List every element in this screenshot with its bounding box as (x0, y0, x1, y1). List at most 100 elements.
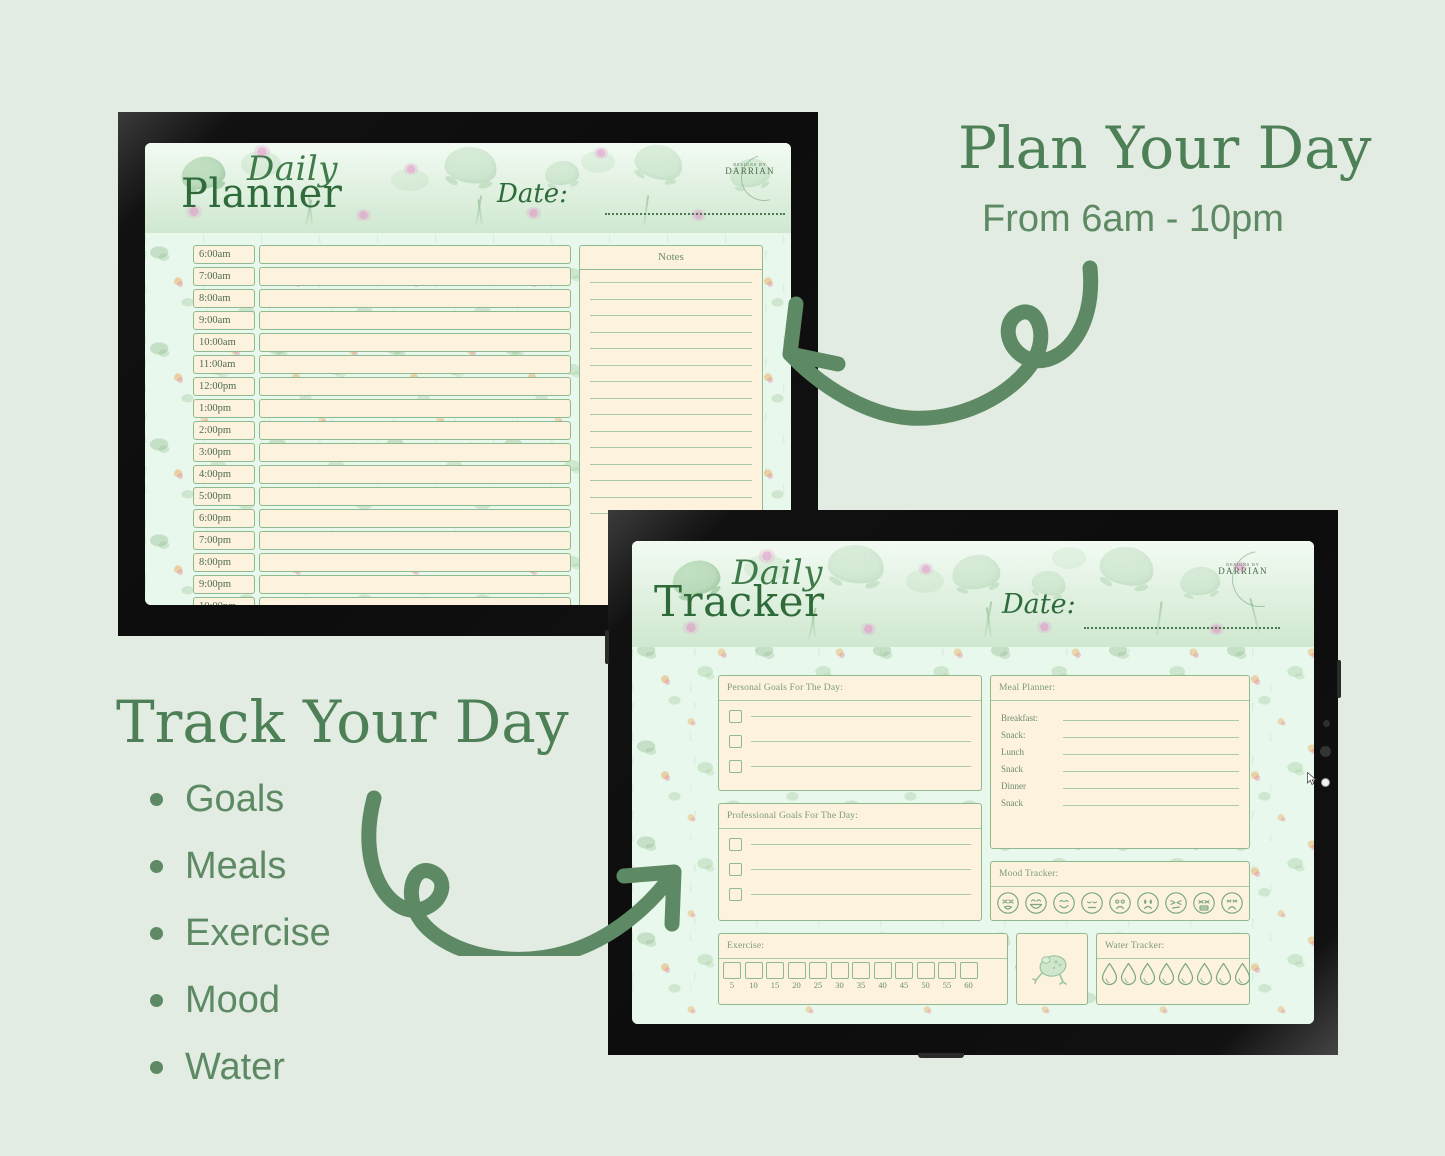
mood-grimace-icon[interactable] (1192, 891, 1216, 915)
mood-sad-tear-icon[interactable] (1136, 891, 1160, 915)
goal-write-line[interactable] (751, 869, 971, 870)
exercise-checkbox[interactable] (938, 962, 956, 979)
planner-time-row: 11:00am (193, 355, 571, 374)
notes-ruled-line[interactable] (590, 496, 752, 498)
notes-ruled-line[interactable] (590, 480, 752, 481)
exercise-checkbox[interactable] (830, 962, 849, 979)
notes-ruled-line[interactable] (590, 381, 752, 382)
notes-ruled-line[interactable] (590, 364, 752, 366)
mood-face-row[interactable] (991, 887, 1249, 918)
mood-annoyed-icon[interactable] (1164, 891, 1188, 915)
goal-write-line[interactable] (751, 844, 971, 845)
water-drop-icon[interactable] (1139, 962, 1156, 991)
mood-tracker-title: Mood Tracker: (991, 862, 1249, 887)
meal-label: Snack (1001, 798, 1023, 808)
goal-write-line[interactable] (751, 716, 971, 717)
meal-write-line[interactable] (1063, 805, 1239, 806)
planner-entry-field[interactable] (259, 421, 571, 440)
goal-checkbox[interactable] (729, 735, 742, 748)
goal-checkbox[interactable] (729, 888, 742, 901)
planner-entry-field[interactable] (259, 597, 571, 605)
goal-row (729, 838, 971, 851)
planner-date-line[interactable] (605, 213, 785, 215)
mood-worried-icon[interactable] (1108, 891, 1132, 915)
mood-angry-icon[interactable] (1220, 891, 1244, 915)
exercise-minute-cell: 35 (852, 962, 870, 990)
notes-ruled-line[interactable] (590, 331, 752, 333)
tablet-volume-button[interactable] (1337, 660, 1341, 698)
exercise-checkbox[interactable] (852, 962, 870, 979)
planner-entry-field[interactable] (259, 311, 571, 330)
planner-time-label: 7:00pm (193, 531, 255, 550)
goal-checkbox[interactable] (729, 710, 742, 723)
goal-checkbox[interactable] (729, 863, 742, 876)
mood-smile-icon[interactable] (1052, 891, 1076, 915)
exercise-minute-row[interactable]: 5 10 15 20 25 30 35 40 45 50 55 60 (719, 959, 1007, 992)
goal-checkbox[interactable] (729, 838, 742, 851)
notes-ruled-line[interactable] (590, 397, 752, 399)
exercise-checkbox[interactable] (959, 962, 978, 979)
planner-entry-field[interactable] (259, 465, 571, 484)
notes-ruled-line[interactable] (590, 315, 752, 316)
planner-entry-field[interactable] (259, 289, 571, 308)
mood-squint-tongue-icon[interactable] (996, 891, 1020, 915)
mood-neutral-icon[interactable] (1080, 891, 1104, 915)
planner-entry-field[interactable] (259, 377, 571, 396)
water-drop-icon[interactable] (1215, 962, 1232, 991)
notes-ruled-line[interactable] (590, 298, 752, 300)
water-drop-icon[interactable] (1101, 962, 1118, 991)
water-drop-icon[interactable] (1177, 962, 1194, 991)
meal-write-line[interactable] (1063, 788, 1239, 789)
tablet-side-button-large[interactable] (1320, 746, 1331, 757)
exercise-checkbox[interactable] (744, 962, 763, 979)
notes-ruled-line[interactable] (590, 430, 752, 432)
exercise-checkbox[interactable] (895, 962, 913, 979)
meal-write-line[interactable] (1063, 737, 1239, 738)
planner-entry-field[interactable] (259, 245, 571, 264)
meal-planner-rows[interactable]: Breakfast: Snack: Lunch Snack Dinner Snack (991, 701, 1249, 824)
exercise-checkbox[interactable] (787, 962, 806, 979)
notes-ruled-line[interactable] (590, 463, 752, 465)
water-drop-icon[interactable] (1120, 962, 1137, 991)
goal-write-line[interactable] (751, 894, 971, 895)
meal-write-line[interactable] (1063, 720, 1239, 721)
meal-write-line[interactable] (1063, 754, 1239, 755)
tablet-power-button[interactable] (605, 630, 609, 664)
water-drop-icon[interactable] (1158, 962, 1175, 991)
notes-ruled-line[interactable] (590, 447, 752, 448)
exercise-checkbox[interactable] (873, 962, 892, 979)
tablet-side-button-small[interactable] (1323, 720, 1330, 727)
personal-goals-rows[interactable] (719, 701, 981, 794)
water-drop-icon[interactable] (1234, 962, 1251, 991)
planner-time-row: 6:00am (193, 245, 571, 264)
exercise-checkbox[interactable] (809, 962, 827, 979)
professional-goals-rows[interactable] (719, 829, 981, 922)
planner-entry-field[interactable] (259, 355, 571, 374)
meal-write-line[interactable] (1063, 771, 1239, 772)
planner-entry-field[interactable] (259, 399, 571, 418)
tablet-screen-tracker[interactable]: Daily Tracker Date: DESIGNS BY DARRIAN P… (632, 541, 1314, 1024)
exercise-checkbox[interactable] (916, 962, 935, 979)
goal-checkbox[interactable] (729, 760, 742, 773)
planner-entry-field[interactable] (259, 575, 571, 594)
notes-ruled-line[interactable] (590, 282, 752, 283)
goal-write-line[interactable] (751, 766, 971, 767)
planner-entry-field[interactable] (259, 531, 571, 550)
water-drop-row[interactable] (1097, 959, 1251, 994)
notes-ruled-line[interactable] (590, 414, 752, 415)
planner-entry-field[interactable] (259, 487, 571, 506)
exercise-minute-label: 10 (749, 980, 758, 990)
planner-entry-field[interactable] (259, 509, 571, 528)
exercise-checkbox[interactable] (723, 962, 741, 979)
feature-bullet-label: Meals (185, 845, 287, 887)
mood-big-grin-icon[interactable] (1024, 891, 1048, 915)
exercise-minute-cell: 20 (787, 962, 806, 990)
exercise-checkbox[interactable] (766, 962, 784, 979)
goal-write-line[interactable] (751, 741, 971, 742)
water-drop-icon[interactable] (1196, 962, 1213, 991)
notes-ruled-line[interactable] (590, 348, 752, 349)
planner-entry-field[interactable] (259, 443, 571, 462)
planner-entry-field[interactable] (259, 553, 571, 572)
planner-entry-field[interactable] (259, 333, 571, 352)
planner-entry-field[interactable] (259, 267, 571, 286)
